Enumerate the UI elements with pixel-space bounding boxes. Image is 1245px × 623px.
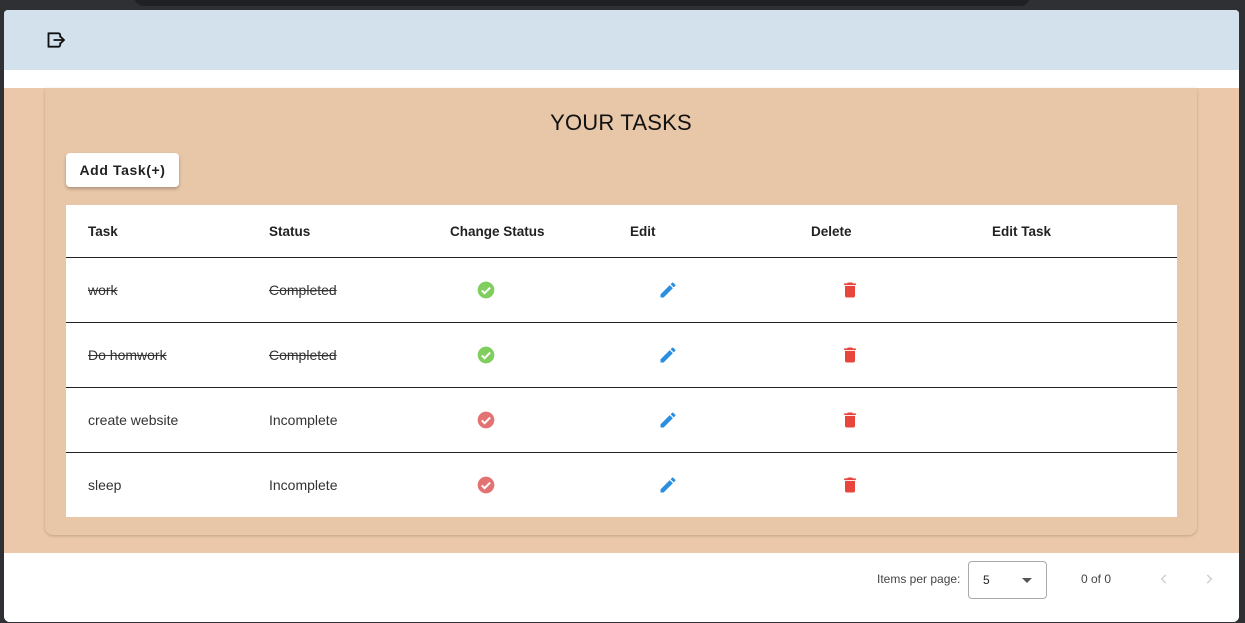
items-per-page-value: 5 xyxy=(983,573,990,587)
change-status-button[interactable] xyxy=(476,323,496,387)
task-status: Incomplete xyxy=(269,477,338,493)
delete-button[interactable] xyxy=(840,453,860,517)
tasks-table: Task Status Change Status Edit Delete Ed… xyxy=(66,205,1177,517)
edit-button[interactable] xyxy=(658,453,678,517)
task-name: Do homwork xyxy=(88,347,167,363)
window-notch xyxy=(134,0,1030,6)
table-row: create website Incomplete xyxy=(66,388,1177,453)
chevron-left-icon xyxy=(1160,574,1167,584)
edit-button[interactable] xyxy=(658,258,678,322)
task-status: Incomplete xyxy=(269,412,338,428)
task-name: sleep xyxy=(88,477,122,493)
trash-icon xyxy=(844,477,856,493)
task-name: work xyxy=(88,282,118,298)
add-task-button[interactable]: Add Task(+) xyxy=(66,153,179,187)
delete-button[interactable] xyxy=(840,388,860,452)
logout-button[interactable] xyxy=(44,28,68,52)
edit-button[interactable] xyxy=(658,323,678,387)
logout-icon xyxy=(47,32,66,48)
toolbar-spacer xyxy=(4,70,1239,88)
items-per-page-label: Items per page: xyxy=(877,572,961,586)
column-header-task[interactable]: Task xyxy=(88,205,118,257)
pencil-icon xyxy=(660,477,676,493)
tasks-card: YOUR TASKS Add Task(+) Task Status Chang… xyxy=(45,88,1197,535)
table-row: sleep Incomplete xyxy=(66,453,1177,517)
change-status-button[interactable] xyxy=(476,258,496,322)
page-range-label: 0 of 0 xyxy=(1081,572,1112,586)
task-name: create website xyxy=(88,412,179,428)
page-title: YOUR TASKS xyxy=(550,110,692,135)
column-header-change-status: Change Status xyxy=(450,223,545,239)
check-circle-icon xyxy=(477,346,495,364)
chevron-right-icon xyxy=(1206,574,1213,584)
trash-icon xyxy=(844,282,856,298)
column-header-delete: Delete xyxy=(811,223,852,239)
check-circle-icon xyxy=(477,411,495,429)
change-status-button[interactable] xyxy=(476,388,496,452)
task-status: Completed xyxy=(269,347,337,363)
pencil-icon xyxy=(660,347,676,363)
edit-button[interactable] xyxy=(658,388,678,452)
table-header-row: Task Status Change Status Edit Delete Ed… xyxy=(66,205,1177,258)
column-header-edit-task: Edit Task xyxy=(992,223,1052,239)
next-page-button[interactable] xyxy=(1199,567,1219,591)
column-header-status[interactable]: Status xyxy=(269,205,310,257)
change-status-button[interactable] xyxy=(476,453,496,517)
pencil-icon xyxy=(660,412,676,428)
main-content: YOUR TASKS Add Task(+) Task Status Chang… xyxy=(4,88,1239,553)
pencil-icon xyxy=(660,282,676,298)
app-window: YOUR TASKS Add Task(+) Task Status Chang… xyxy=(4,10,1239,622)
column-header-edit: Edit xyxy=(630,223,656,239)
delete-button[interactable] xyxy=(840,323,860,387)
trash-icon xyxy=(844,412,856,428)
trash-icon xyxy=(844,347,856,363)
items-per-page-select[interactable]: 5 xyxy=(968,561,1047,599)
table-row: work Completed xyxy=(66,258,1177,323)
table-row: Do homwork Completed xyxy=(66,323,1177,388)
check-circle-icon xyxy=(477,476,495,494)
app-toolbar xyxy=(4,10,1239,70)
previous-page-button[interactable] xyxy=(1154,567,1174,591)
delete-button[interactable] xyxy=(840,258,860,322)
task-status: Completed xyxy=(269,282,337,298)
dropdown-arrow-icon xyxy=(1022,578,1032,583)
paginator: Items per page: 5 0 of 0 xyxy=(4,553,1239,622)
check-circle-icon xyxy=(477,281,495,299)
